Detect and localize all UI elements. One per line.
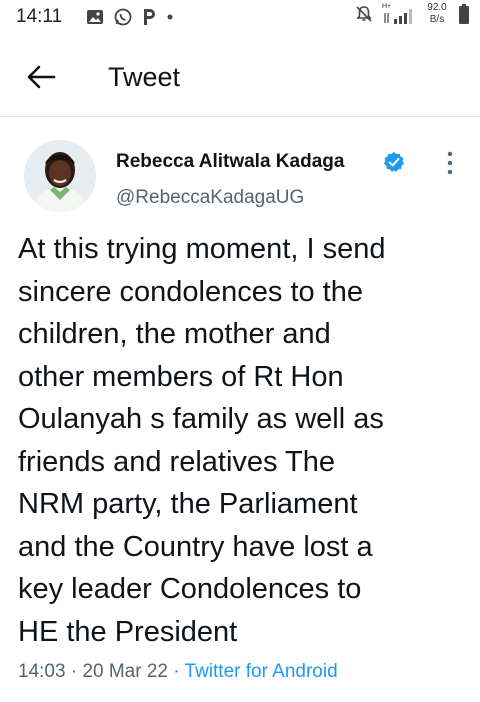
mute-icon	[356, 6, 372, 22]
notification-icons	[86, 8, 174, 26]
meta-separator: ·	[70, 661, 78, 682]
tweet-date: 20 Mar 22	[82, 661, 168, 682]
avatar[interactable]	[24, 140, 96, 212]
top-bar: Tweet	[0, 38, 480, 117]
author-handle[interactable]: @RebeccaKadagaUG	[116, 187, 304, 209]
verified-badge-icon	[384, 152, 404, 172]
p-app-icon	[144, 9, 155, 25]
dot-icon	[167, 14, 173, 20]
author-name[interactable]: Rebecca Alitwala Kadaga	[116, 151, 344, 173]
meta-separator: ·	[173, 661, 180, 682]
status-bar: 14:11 H+ 92.0 B/s	[0, 0, 480, 38]
system-icons: H+ 92.0 B/s	[354, 2, 470, 26]
page-title: Tweet	[108, 62, 181, 92]
tweet-time: 14:03	[18, 661, 66, 682]
tweet-text: At this trying moment, I send sincere co…	[18, 233, 386, 648]
network-speed: 92.0 B/s	[427, 2, 447, 25]
signal-icon: H+	[382, 3, 416, 25]
back-arrow-icon[interactable]	[26, 64, 56, 90]
tweet-metadata: 14:03 · 20 Mar 22 · Twitter for Android	[18, 661, 338, 683]
gallery-icon	[87, 10, 103, 24]
battery-icon	[459, 4, 469, 24]
more-options-icon[interactable]	[444, 150, 456, 176]
status-time: 14:11	[16, 6, 63, 27]
whatsapp-icon	[114, 8, 132, 26]
tweet-source-link[interactable]: Twitter for Android	[185, 661, 338, 682]
